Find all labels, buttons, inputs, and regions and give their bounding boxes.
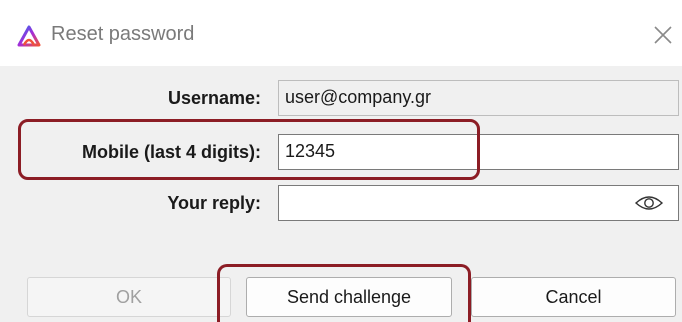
window-title: Reset password (51, 23, 195, 45)
title-bar: Reset password (0, 0, 682, 66)
reset-password-dialog: Reset password Username: user@company.gr… (0, 0, 682, 322)
ok-button[interactable]: OK (27, 277, 231, 317)
cancel-button[interactable]: Cancel (471, 277, 676, 317)
mobile-highlight (18, 119, 480, 180)
eye-icon[interactable] (634, 193, 664, 213)
username-field: user@company.gr (278, 80, 679, 116)
reply-field[interactable] (278, 185, 679, 221)
reply-label: Your reply: (167, 193, 261, 213)
close-icon[interactable] (653, 25, 673, 45)
app-logo-icon (17, 25, 41, 47)
send-challenge-highlight (217, 264, 471, 322)
username-label: Username: (167, 88, 261, 108)
